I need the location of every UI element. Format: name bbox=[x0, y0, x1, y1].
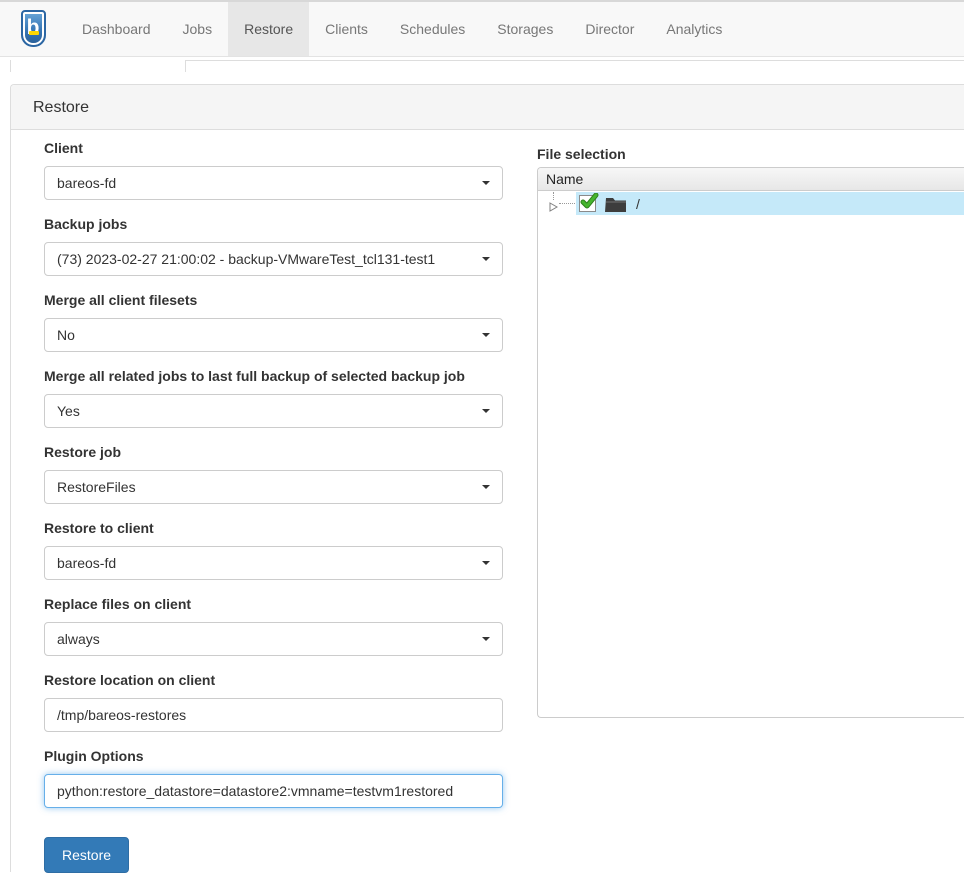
restore-submit-button[interactable]: Restore bbox=[44, 837, 129, 873]
client-label: Client bbox=[44, 140, 503, 156]
panel-title: Restore bbox=[11, 85, 964, 130]
caret-down-icon bbox=[482, 561, 490, 565]
caret-down-icon bbox=[482, 181, 490, 185]
nav-item-jobs[interactable]: Jobs bbox=[167, 2, 229, 56]
caret-down-icon bbox=[482, 485, 490, 489]
bareos-logo[interactable]: b bbox=[0, 2, 66, 56]
merge-related-jobs-label: Merge all related jobs to last full back… bbox=[44, 368, 503, 384]
backup-jobs-label: Backup jobs bbox=[44, 216, 503, 232]
main-navbar: b Dashboard Jobs Restore Clients Schedul… bbox=[0, 2, 964, 57]
nav-items: Dashboard Jobs Restore Clients Schedules… bbox=[66, 2, 738, 56]
nav-item-dashboard[interactable]: Dashboard bbox=[66, 2, 167, 56]
nav-item-storages[interactable]: Storages bbox=[481, 2, 569, 56]
tab-strip-border bbox=[186, 60, 964, 61]
folder-icon bbox=[605, 196, 627, 212]
nav-item-analytics[interactable]: Analytics bbox=[650, 2, 738, 56]
caret-down-icon bbox=[482, 333, 490, 337]
plugin-options-input[interactable] bbox=[44, 774, 503, 808]
plugin-options-label: Plugin Options bbox=[44, 748, 503, 764]
tree-column-header-name[interactable]: Name bbox=[538, 168, 964, 191]
restore-location-label: Restore location on client bbox=[44, 672, 503, 688]
checkbox-checked-icon[interactable] bbox=[579, 195, 596, 212]
tab-strip bbox=[0, 60, 964, 72]
restore-to-client-select-value: bareos-fd bbox=[57, 555, 116, 571]
tree-node-label[interactable]: / bbox=[636, 196, 640, 212]
merge-filesets-select[interactable]: No bbox=[44, 318, 503, 352]
nav-item-restore[interactable]: Restore bbox=[228, 2, 309, 56]
caret-down-icon bbox=[482, 257, 490, 261]
backup-jobs-select[interactable]: (73) 2023-02-27 21:00:02 - backup-VMware… bbox=[44, 242, 503, 276]
file-selection-title: File selection bbox=[537, 146, 626, 162]
merge-related-jobs-select[interactable]: Yes bbox=[44, 394, 503, 428]
expand-toggle-icon[interactable] bbox=[549, 199, 558, 217]
restore-job-select-value: RestoreFiles bbox=[57, 479, 136, 495]
logo-letter: b bbox=[23, 15, 44, 41]
tree-connector bbox=[538, 192, 576, 215]
restore-job-select[interactable]: RestoreFiles bbox=[44, 470, 503, 504]
restore-location-input[interactable] bbox=[44, 698, 503, 732]
nav-item-schedules[interactable]: Schedules bbox=[384, 2, 481, 56]
bareos-shield-icon: b bbox=[21, 10, 46, 47]
caret-down-icon bbox=[482, 409, 490, 413]
replace-files-select-value: always bbox=[57, 631, 100, 647]
restore-to-client-label: Restore to client bbox=[44, 520, 503, 536]
file-selection-tree: Name / bbox=[537, 167, 964, 718]
nav-item-director[interactable]: Director bbox=[569, 2, 650, 56]
tree-row: / bbox=[538, 192, 964, 215]
client-select[interactable]: bareos-fd bbox=[44, 166, 503, 200]
merge-filesets-label: Merge all client filesets bbox=[44, 292, 503, 308]
restore-to-client-select[interactable]: bareos-fd bbox=[44, 546, 503, 580]
logo-yellow-bar bbox=[29, 31, 39, 35]
replace-files-label: Replace files on client bbox=[44, 596, 503, 612]
client-select-value: bareos-fd bbox=[57, 175, 116, 191]
merge-filesets-select-value: No bbox=[57, 327, 75, 343]
backup-jobs-select-value: (73) 2023-02-27 21:00:02 - backup-VMware… bbox=[57, 251, 435, 267]
active-tab[interactable] bbox=[10, 60, 186, 72]
caret-down-icon bbox=[482, 637, 490, 641]
tree-row-selected[interactable]: / bbox=[576, 192, 964, 215]
nav-item-clients[interactable]: Clients bbox=[309, 2, 384, 56]
replace-files-select[interactable]: always bbox=[44, 622, 503, 656]
merge-related-jobs-select-value: Yes bbox=[57, 403, 80, 419]
restore-form: Client bareos-fd Backup jobs (73) 2023-0… bbox=[44, 140, 503, 873]
restore-job-label: Restore job bbox=[44, 444, 503, 460]
